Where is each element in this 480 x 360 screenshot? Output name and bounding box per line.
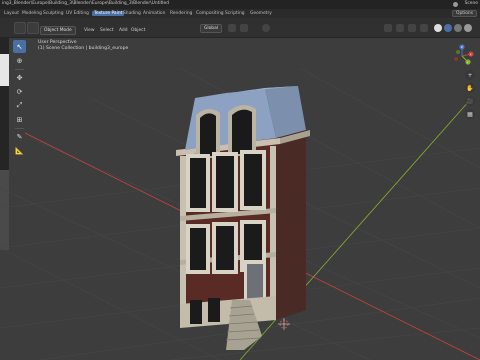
scene-icon[interactable] [453, 2, 458, 7]
camera-icon: 🎥 [466, 97, 474, 105]
3d-cursor [278, 318, 290, 330]
menu-view[interactable]: View [84, 28, 94, 33]
select-icon: ↖ [16, 42, 23, 51]
shading-material-icon[interactable] [454, 24, 462, 32]
window-title: ing3_Blender\Europe\Building_3\Blender\E… [2, 1, 170, 6]
snap-icon[interactable] [240, 24, 248, 32]
tab-sculpting[interactable]: Sculpting [43, 11, 64, 16]
tab-compositing[interactable]: Compositing [196, 11, 224, 16]
tab-rendering[interactable]: Rendering [170, 11, 192, 16]
rotate-icon: ⟳ [16, 87, 23, 96]
tool-divider [15, 128, 24, 129]
tool-divider [15, 69, 24, 70]
hand-icon: ✋ [466, 84, 474, 92]
pivot-icon[interactable] [228, 24, 236, 32]
ortho-toggle-button[interactable]: ▦ [465, 109, 475, 119]
overlay-icon[interactable] [408, 24, 416, 32]
shading-rendered-icon[interactable] [464, 24, 472, 32]
workspace-tabs: Layout Modeling Sculpting UV Editing Tex… [0, 9, 480, 18]
viewport-info: User Perspective (1) Scene Collection | … [38, 40, 128, 52]
measure-icon: 📐 [15, 146, 24, 155]
shading-wireframe-icon[interactable] [434, 24, 442, 32]
tab-layout[interactable]: Layout [4, 11, 19, 16]
select-mode-icon[interactable] [27, 22, 39, 34]
menu-add[interactable]: Add [119, 28, 128, 33]
scene-label[interactable]: Scene [465, 1, 478, 6]
select-box-tool[interactable]: ↖ [13, 40, 26, 53]
grid-icon: ▦ [467, 110, 473, 118]
zoom-icon: + [467, 71, 473, 79]
move-icon: ✥ [16, 73, 23, 82]
visibility-icon[interactable] [384, 24, 392, 32]
tool-shelf: ↖ ⊕ ✥ ⟳ ⤢ ⊞ ✎ 📐 [13, 40, 28, 155]
tab-modeling[interactable]: Modeling [22, 11, 42, 16]
annotate-icon: ✎ [16, 132, 23, 141]
measure-tool[interactable]: 📐 [13, 144, 26, 157]
transform-orientation-dropdown[interactable]: Global [200, 24, 223, 33]
building-model [176, 86, 310, 350]
proportional-edit-icon[interactable] [262, 24, 270, 32]
menu-object[interactable]: Object [131, 28, 145, 33]
tab-animation[interactable]: Animation [143, 11, 165, 16]
pan-button[interactable]: ✋ [465, 83, 475, 93]
shading-solid-icon[interactable] [444, 24, 452, 32]
transform-tool[interactable]: ⊞ [13, 113, 26, 126]
xray-icon[interactable] [420, 24, 428, 32]
viewport-canvas[interactable]: X Y Z [0, 38, 480, 360]
scale-tool[interactable]: ⤢ [13, 99, 26, 112]
scale-icon: ⤢ [16, 101, 23, 109]
viewport-header: Object Mode View Select Add Object Globa… [0, 18, 480, 38]
transform-icon: ⊞ [16, 115, 23, 124]
zoom-button[interactable]: + [465, 70, 475, 80]
cursor-icon: ⊕ [16, 56, 23, 65]
tab-shading[interactable]: Shading [123, 11, 141, 16]
camera-view-button[interactable]: 🎥 [465, 96, 475, 106]
editor-type-icon[interactable] [14, 22, 26, 34]
object-mode-dropdown[interactable]: Object Mode [40, 26, 76, 35]
title-bar: ing3_Blender\Europe\Building_3\Blender\E… [0, 0, 480, 9]
options-button[interactable]: Options [452, 10, 477, 17]
collection-label: (1) Scene Collection | building3_europe [38, 46, 129, 51]
cursor-tool[interactable]: ⊕ [13, 54, 26, 67]
tab-scripting[interactable]: Scripting [225, 11, 245, 16]
rotate-tool[interactable]: ⟳ [13, 85, 26, 98]
navigation-controls: + ✋ 🎥 ▦ [450, 38, 480, 126]
tab-geometry[interactable]: Geometry [250, 11, 272, 16]
move-tool[interactable]: ✥ [13, 71, 26, 84]
menu-select[interactable]: Select [100, 28, 114, 33]
tab-uv-editing[interactable]: UV Editing [66, 11, 89, 16]
tab-texture-paint[interactable]: Texture Paint [92, 10, 125, 16]
annotate-tool[interactable]: ✎ [13, 130, 26, 143]
gizmo-toggle-icon[interactable] [396, 24, 404, 32]
